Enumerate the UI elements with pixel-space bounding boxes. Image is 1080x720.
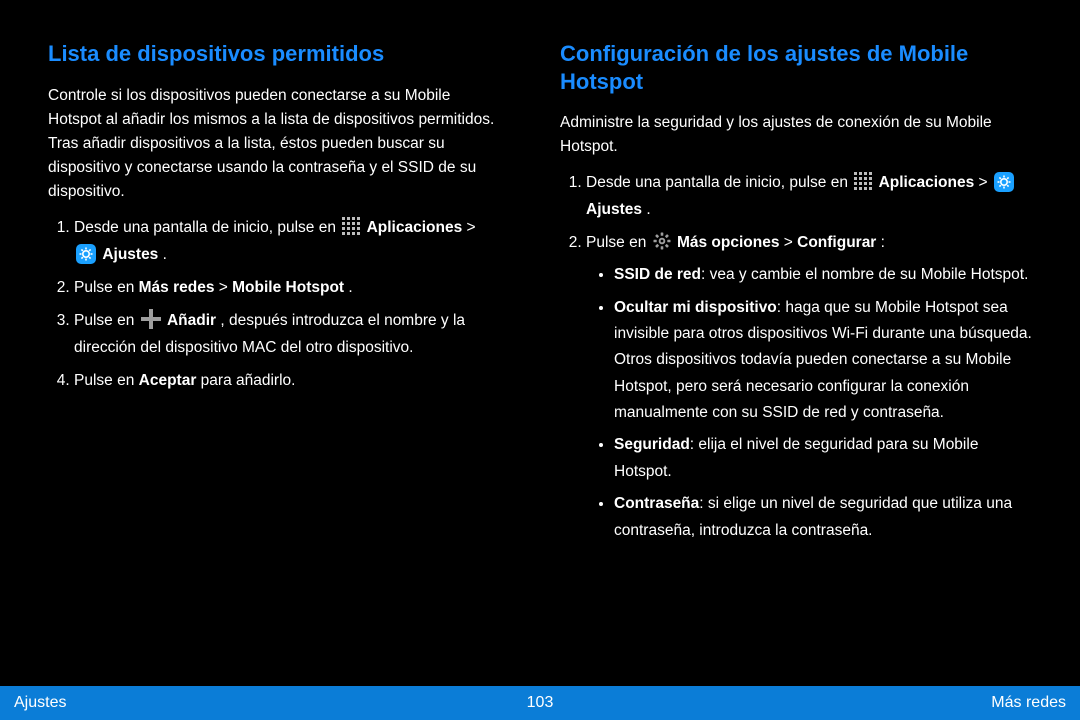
bullet-hide-device: Ocultar mi dispositivo: haga que su Mobi…: [614, 295, 1032, 427]
bullet-ssid: SSID de red: vea y cambie el nombre de s…: [614, 262, 1032, 288]
left-step-3: Pulse en Añadir , después introduzca el …: [74, 307, 500, 361]
bullet-label: Ocultar mi dispositivo: [614, 299, 777, 316]
text: Pulse en: [74, 312, 139, 329]
bullet-label: Seguridad: [614, 436, 690, 453]
settings-label: Ajustes: [586, 201, 642, 218]
text: Pulse en: [74, 372, 139, 389]
left-step-2: Pulse en Más redes > Mobile Hotspot .: [74, 274, 500, 301]
text: para añadirlo.: [201, 372, 296, 389]
steps-right: Desde una pantalla de inicio, pulse en A…: [560, 169, 1032, 544]
add-plus-icon: [141, 309, 161, 329]
text: :: [881, 234, 885, 251]
bullet-label: SSID de red: [614, 266, 701, 283]
text: .: [348, 279, 352, 296]
page-footer: Ajustes 103 Más redes: [0, 686, 1080, 720]
apps-grid-icon: [854, 172, 872, 190]
text: .: [163, 246, 167, 263]
text: Pulse en: [74, 279, 139, 296]
left-step-1: Desde una pantalla de inicio, pulse en A…: [74, 214, 500, 268]
configure-label: Configurar: [797, 234, 876, 251]
left-column: Lista de dispositivos permitidos Control…: [0, 0, 540, 680]
apps-label: Aplicaciones: [879, 174, 975, 191]
text: Desde una pantalla de inicio, pulse en: [74, 219, 340, 236]
text: .: [646, 201, 650, 218]
steps-left: Desde una pantalla de inicio, pulse en A…: [48, 214, 500, 395]
text: >: [219, 279, 232, 296]
right-step-2: Pulse en: [586, 229, 1032, 544]
apps-grid-icon: [342, 217, 360, 235]
right-column: Configuración de los ajustes de Mobile H…: [540, 0, 1080, 680]
text: >: [979, 174, 992, 191]
text: >: [784, 234, 797, 251]
right-bullets: SSID de red: vea y cambie el nombre de s…: [586, 262, 1032, 543]
left-step-4: Pulse en Aceptar para añadirlo.: [74, 367, 500, 394]
footer-page-number: 103: [0, 694, 1080, 712]
settings-gear-icon: [994, 172, 1014, 192]
apps-label: Aplicaciones: [367, 219, 463, 236]
more-options-gear-icon: [653, 232, 671, 250]
text: >: [467, 219, 476, 236]
intro-left: Controle si los dispositivos pueden cone…: [48, 84, 500, 204]
add-label: Añadir: [167, 312, 216, 329]
settings-label: Ajustes: [102, 246, 158, 263]
bullet-security: Seguridad: elija el nivel de seguridad p…: [614, 432, 1032, 485]
text: Pulse en: [586, 234, 651, 251]
more-networks-label: Más redes: [139, 279, 215, 296]
intro-right: Administre la seguridad y los ajustes de…: [560, 111, 1032, 159]
settings-gear-icon: [76, 244, 96, 264]
bullet-text: : haga que su Mobile Hotspot sea invisib…: [614, 299, 1032, 421]
accept-label: Aceptar: [139, 372, 197, 389]
right-step-1: Desde una pantalla de inicio, pulse en A…: [586, 169, 1032, 223]
footer-right: Más redes: [991, 694, 1066, 712]
mobile-hotspot-label: Mobile Hotspot: [232, 279, 344, 296]
footer-left: Ajustes: [14, 694, 66, 712]
bullet-label: Contraseña: [614, 495, 699, 512]
text: Desde una pantalla de inicio, pulse en: [586, 174, 852, 191]
bullet-password: Contraseña: si elige un nivel de segurid…: [614, 491, 1032, 544]
section-title-right: Configuración de los ajustes de Mobile H…: [560, 40, 1032, 95]
more-options-label: Más opciones: [677, 234, 780, 251]
bullet-text: : vea y cambie el nombre de su Mobile Ho…: [701, 266, 1028, 283]
section-title-left: Lista de dispositivos permitidos: [48, 40, 500, 68]
